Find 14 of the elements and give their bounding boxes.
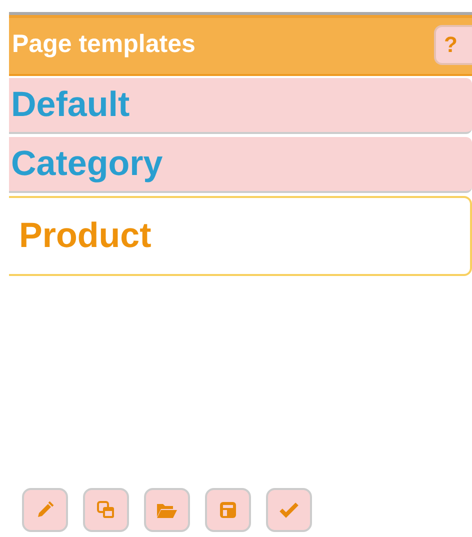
panel-title: Page templates <box>11 30 196 59</box>
floppy-disk-button[interactable] <box>205 488 251 532</box>
checkmark-button[interactable] <box>266 488 312 532</box>
folder-button[interactable] <box>144 488 190 532</box>
template-item[interactable]: Default <box>9 78 472 134</box>
copy-icon <box>97 501 115 519</box>
pencil-button[interactable] <box>22 488 68 532</box>
folder-icon <box>156 501 178 519</box>
copy-button[interactable] <box>83 488 129 532</box>
help-button[interactable]: ? <box>434 24 472 64</box>
template-item[interactable]: Category <box>9 137 472 193</box>
template-item[interactable]: Product <box>9 196 472 276</box>
checkmark-icon <box>279 501 299 519</box>
pencil-icon <box>36 501 54 519</box>
